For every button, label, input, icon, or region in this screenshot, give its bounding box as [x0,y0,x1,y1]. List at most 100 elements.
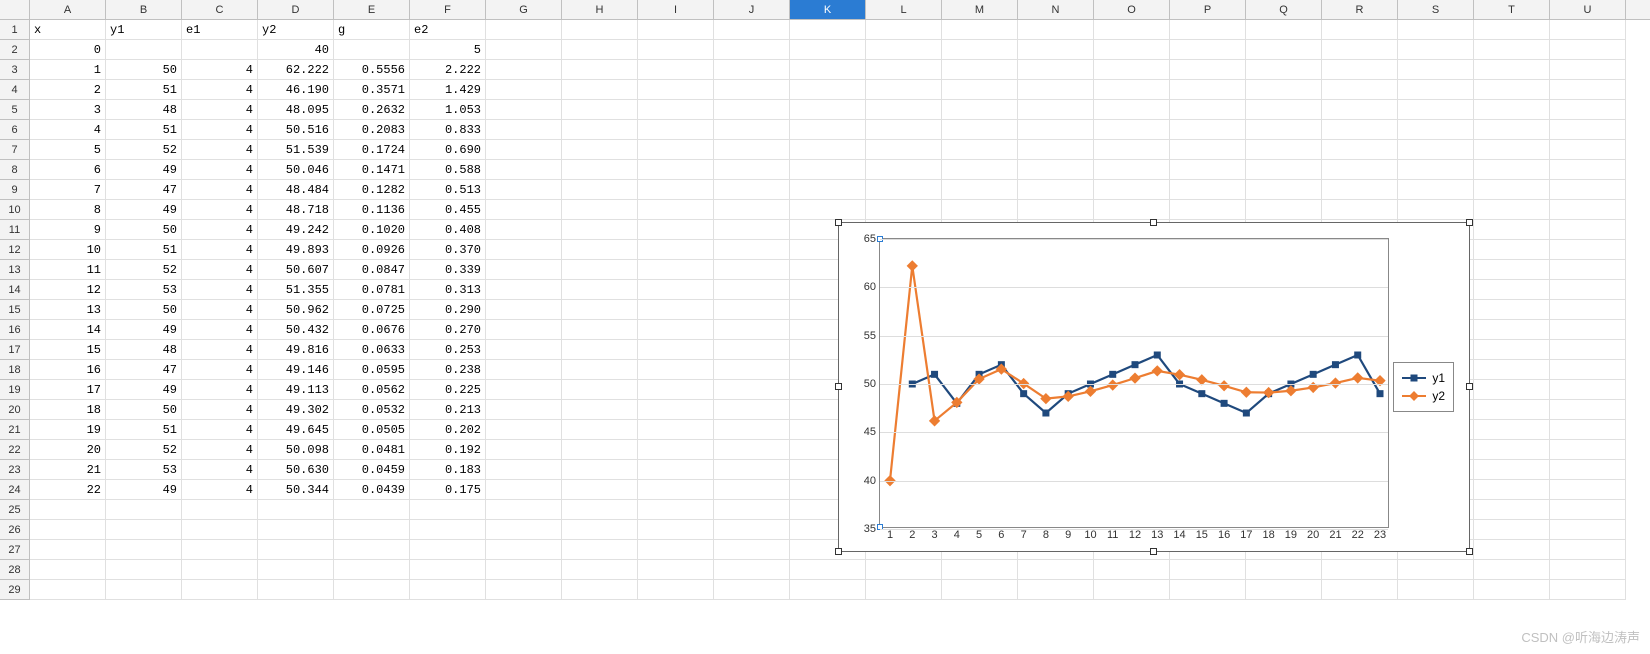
cell-A15[interactable]: 13 [30,300,106,320]
cell-B1[interactable]: y1 [106,20,182,40]
cell-C26[interactable] [182,520,258,540]
cell-D29[interactable] [258,580,334,600]
cell-B8[interactable]: 49 [106,160,182,180]
cell-S7[interactable] [1398,140,1474,160]
cell-D13[interactable]: 50.607 [258,260,334,280]
cell-L28[interactable] [866,560,942,580]
cell-T23[interactable] [1474,460,1550,480]
cell-C3[interactable]: 4 [182,60,258,80]
cell-L4[interactable] [866,80,942,100]
cell-U21[interactable] [1550,420,1626,440]
cell-D5[interactable]: 48.095 [258,100,334,120]
cell-N7[interactable] [1018,140,1094,160]
cell-A13[interactable]: 11 [30,260,106,280]
cell-I23[interactable] [638,460,714,480]
cell-T3[interactable] [1474,60,1550,80]
select-all-corner[interactable] [0,0,30,19]
cell-A6[interactable]: 4 [30,120,106,140]
cell-J20[interactable] [714,400,790,420]
cell-G7[interactable] [486,140,562,160]
series-marker-y1[interactable] [1332,361,1339,368]
cell-B3[interactable]: 50 [106,60,182,80]
cell-M8[interactable] [942,160,1018,180]
cell-P9[interactable] [1170,180,1246,200]
cell-A10[interactable]: 8 [30,200,106,220]
cell-B28[interactable] [106,560,182,580]
cell-T2[interactable] [1474,40,1550,60]
cell-A17[interactable]: 15 [30,340,106,360]
cell-D3[interactable]: 62.222 [258,60,334,80]
cell-B16[interactable]: 49 [106,320,182,340]
cell-L8[interactable] [866,160,942,180]
cell-U13[interactable] [1550,260,1626,280]
cell-C9[interactable]: 4 [182,180,258,200]
cell-S9[interactable] [1398,180,1474,200]
cell-R6[interactable] [1322,120,1398,140]
cell-D22[interactable]: 50.098 [258,440,334,460]
cell-U11[interactable] [1550,220,1626,240]
cell-C11[interactable]: 4 [182,220,258,240]
chart-object[interactable]: 3540455055606512345678910111213141516171… [838,222,1470,552]
cell-E5[interactable]: 0.2632 [334,100,410,120]
cell-I16[interactable] [638,320,714,340]
cell-B21[interactable]: 51 [106,420,182,440]
cell-E20[interactable]: 0.0532 [334,400,410,420]
cell-H26[interactable] [562,520,638,540]
cell-H28[interactable] [562,560,638,580]
cell-B14[interactable]: 53 [106,280,182,300]
cell-J23[interactable] [714,460,790,480]
cell-A20[interactable]: 18 [30,400,106,420]
cell-J19[interactable] [714,380,790,400]
cell-C8[interactable]: 4 [182,160,258,180]
cell-G6[interactable] [486,120,562,140]
cell-E29[interactable] [334,580,410,600]
legend-item-y2[interactable]: y2 [1402,387,1445,405]
cell-T27[interactable] [1474,540,1550,560]
cell-E7[interactable]: 0.1724 [334,140,410,160]
cell-C22[interactable]: 4 [182,440,258,460]
cell-J17[interactable] [714,340,790,360]
cell-I13[interactable] [638,260,714,280]
col-header-K[interactable]: K [790,0,866,19]
cell-N6[interactable] [1018,120,1094,140]
cell-Q10[interactable] [1246,200,1322,220]
cell-I29[interactable] [638,580,714,600]
cell-A4[interactable]: 2 [30,80,106,100]
cell-A8[interactable]: 6 [30,160,106,180]
cell-K8[interactable] [790,160,866,180]
cell-B13[interactable]: 52 [106,260,182,280]
cell-A7[interactable]: 5 [30,140,106,160]
cell-S3[interactable] [1398,60,1474,80]
cell-G24[interactable] [486,480,562,500]
row-header-11[interactable]: 11 [0,220,29,240]
row-header-28[interactable]: 28 [0,560,29,580]
cell-R4[interactable] [1322,80,1398,100]
cell-J5[interactable] [714,100,790,120]
col-header-P[interactable]: P [1170,0,1246,19]
cell-Q9[interactable] [1246,180,1322,200]
cell-F12[interactable]: 0.370 [410,240,486,260]
cell-A21[interactable]: 19 [30,420,106,440]
cell-I4[interactable] [638,80,714,100]
cell-S28[interactable] [1398,560,1474,580]
series-marker-y2[interactable] [1107,379,1118,390]
cell-E3[interactable]: 0.5556 [334,60,410,80]
cell-F9[interactable]: 0.513 [410,180,486,200]
cell-D27[interactable] [258,540,334,560]
row-header-22[interactable]: 22 [0,440,29,460]
row-header-12[interactable]: 12 [0,240,29,260]
cell-A23[interactable]: 21 [30,460,106,480]
cell-O2[interactable] [1094,40,1170,60]
cell-T11[interactable] [1474,220,1550,240]
cell-J22[interactable] [714,440,790,460]
cell-L10[interactable] [866,200,942,220]
cell-U8[interactable] [1550,160,1626,180]
cell-I8[interactable] [638,160,714,180]
cell-F23[interactable]: 0.183 [410,460,486,480]
col-header-N[interactable]: N [1018,0,1094,19]
cell-G5[interactable] [486,100,562,120]
cell-F15[interactable]: 0.290 [410,300,486,320]
cell-F13[interactable]: 0.339 [410,260,486,280]
cell-J27[interactable] [714,540,790,560]
row-header-5[interactable]: 5 [0,100,29,120]
